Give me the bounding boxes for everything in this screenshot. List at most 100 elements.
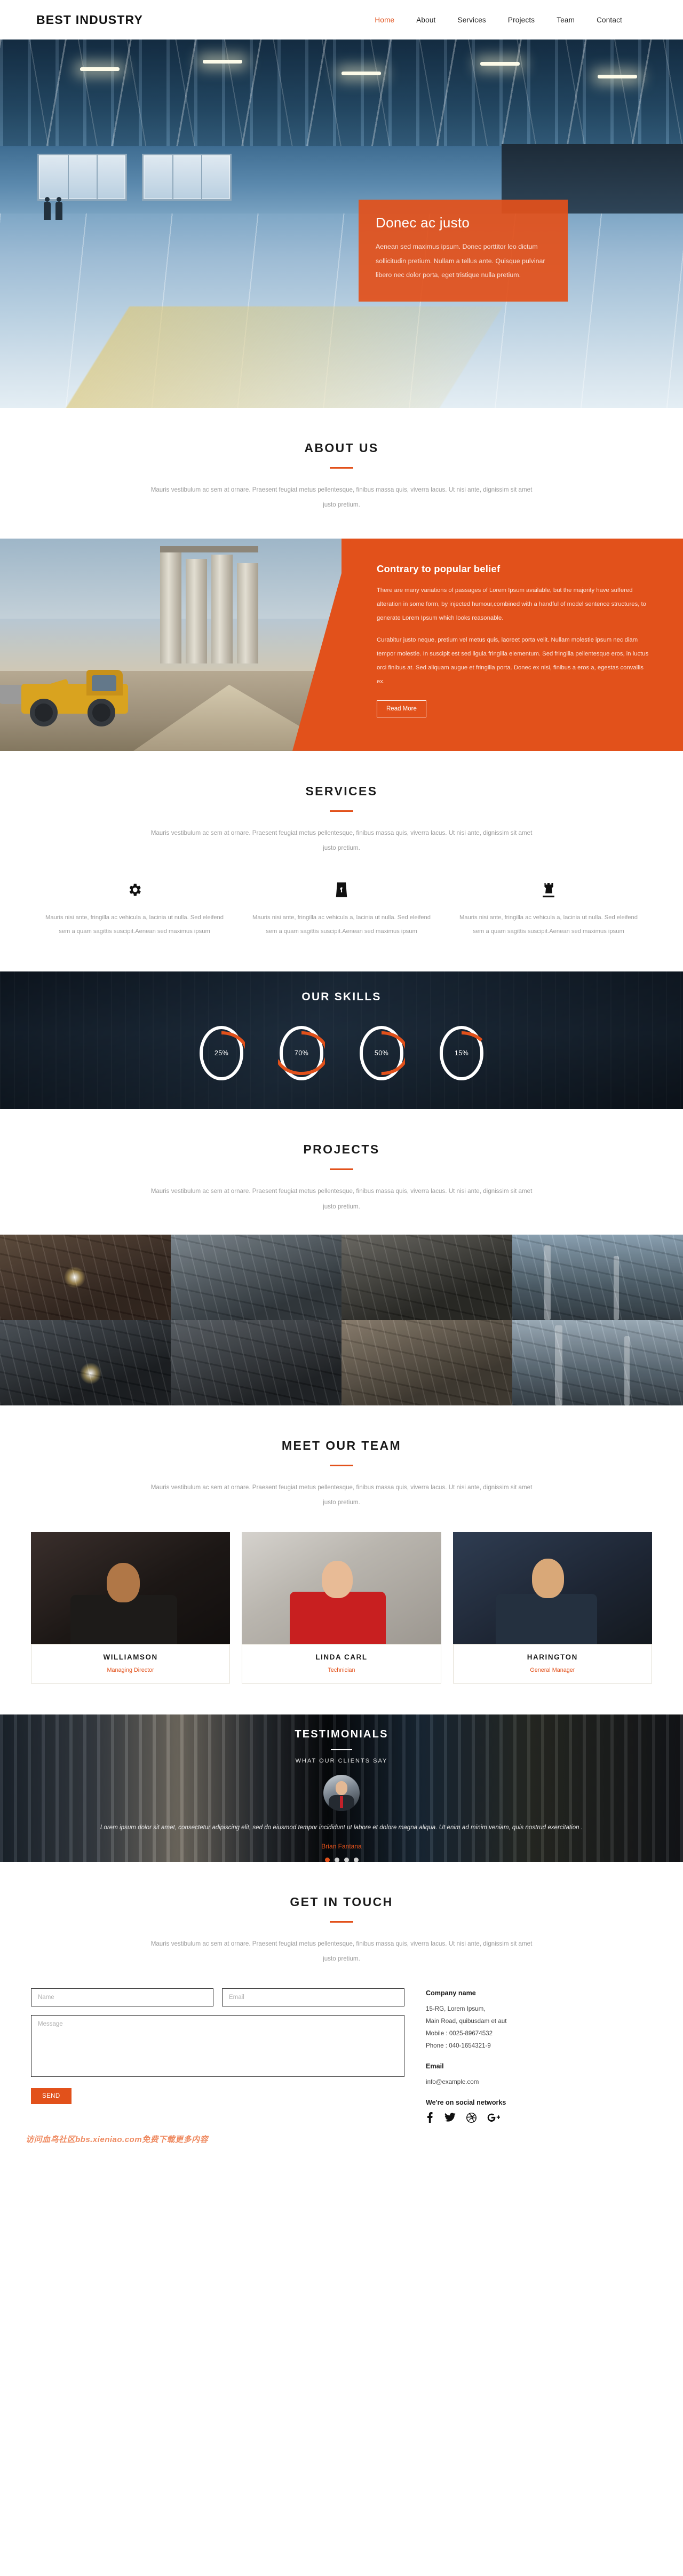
about-image <box>0 538 342 751</box>
project-thumbnail[interactable] <box>171 1234 342 1320</box>
skill-circle: 50% <box>358 1024 405 1082</box>
project-thumbnail[interactable] <box>0 1234 171 1320</box>
testimonials-heading: TESTIMONIALS <box>295 1728 388 1740</box>
service-text: Mauris nisi ante, fringilla ac vehicula … <box>459 914 638 935</box>
services-section: SERVICES Mauris vestibulum ac sem at orn… <box>0 751 683 971</box>
twitter-icon[interactable] <box>444 2113 456 2122</box>
team-grid: WILLIAMSON Managing Director LINDA CARL … <box>0 1511 683 1714</box>
excavator-wheel <box>88 698 115 726</box>
section-divider <box>330 467 353 469</box>
project-thumbnail[interactable] <box>512 1319 683 1405</box>
section-divider <box>330 1464 353 1466</box>
nav-item-projects[interactable]: Projects <box>508 16 535 24</box>
team-member-role: Technician <box>328 1666 355 1673</box>
send-button[interactable]: SEND <box>31 2088 72 2104</box>
silo <box>160 551 181 663</box>
email-input[interactable] <box>222 1988 404 2006</box>
email-value[interactable]: info@example.com <box>426 2076 652 2088</box>
testimonials-section: TESTIMONIALS WHAT OUR CLIENTS SAY Lorem … <box>0 1714 683 1862</box>
project-thumbnail[interactable] <box>0 1319 171 1405</box>
projects-description: Mauris vestibulum ac sem at ornare. Prae… <box>150 1188 533 1210</box>
ceiling-lamp <box>598 75 637 78</box>
google-plus-icon[interactable] <box>487 2113 500 2122</box>
avatar <box>323 1775 360 1812</box>
section-divider <box>330 1921 353 1923</box>
skill-circle: 25% <box>198 1024 245 1082</box>
contact-description: Mauris vestibulum ac sem at ornare. Prae… <box>150 1940 533 1963</box>
team-member-role: General Manager <box>530 1666 575 1673</box>
nav-item-home[interactable]: Home <box>375 16 394 24</box>
team-section: MEET OUR TEAM Mauris vestibulum ac sem a… <box>0 1405 683 1714</box>
team-member-name: WILLIAMSON <box>103 1653 158 1661</box>
team-member-meta: HARINGTON General Manager <box>452 1643 652 1684</box>
avatar-face <box>336 1781 347 1796</box>
nav-item-services[interactable]: Services <box>458 16 486 24</box>
section-divider <box>330 1168 353 1171</box>
facebook-icon[interactable] <box>426 2112 434 2123</box>
address-line-2: Main Road, quibusdam et aut <box>426 2017 507 2025</box>
social-links <box>426 2112 652 2123</box>
team-member-card[interactable]: HARINGTON General Manager <box>452 1531 652 1684</box>
team-member-role: Managing Director <box>107 1666 154 1673</box>
carousel-dot[interactable] <box>324 1857 330 1862</box>
form-row <box>31 1988 404 2006</box>
silo-top <box>160 546 258 552</box>
message-input[interactable] <box>31 2014 404 2077</box>
skill-circle: 70% <box>278 1024 325 1082</box>
carousel-dot[interactable] <box>344 1857 349 1862</box>
service-text: Mauris nisi ante, fringilla ac vehicula … <box>252 914 431 935</box>
avatar-tie <box>340 1796 343 1808</box>
team-member-card[interactable]: LINDA CARL Technician <box>242 1531 441 1684</box>
about-panel-title: Contrary to popular belief <box>377 563 501 574</box>
team-member-card[interactable]: WILLIAMSON Managing Director <box>31 1531 231 1684</box>
skill-circle: 15% <box>438 1024 485 1082</box>
project-thumbnail[interactable] <box>171 1319 342 1405</box>
about-panel-paragraph-1: There are many variations of passages of… <box>377 587 646 621</box>
worker-figure <box>44 197 51 220</box>
excavator <box>0 669 128 726</box>
mobile-number: Mobile : 0025-89674532 <box>426 2029 493 2037</box>
site-header: BEST INDUSTRY Home About Services Projec… <box>0 0 683 39</box>
ceiling-lamp <box>203 60 242 64</box>
ceiling-lamp <box>80 67 120 71</box>
skills-content: OUR SKILLS 25% 70% 50% 15% <box>0 971 683 1082</box>
excavator-window <box>92 675 116 691</box>
skill-value: 15% <box>454 1049 469 1057</box>
team-member-photo <box>31 1531 231 1644</box>
dribbble-icon[interactable] <box>466 2112 476 2123</box>
service-card: Mauris nisi ante, fringilla ac vehicula … <box>31 879 238 939</box>
name-input[interactable] <box>31 1988 213 2006</box>
main-navigation: Home About Services Projects Team Contac… <box>375 16 647 24</box>
team-member-meta: LINDA CARL Technician <box>242 1643 441 1684</box>
testimonial-quote: Lorem ipsum dolor sit amet, consectetur … <box>100 1824 583 1831</box>
team-description: Mauris vestibulum ac sem at ornare. Prae… <box>150 1483 533 1506</box>
project-thumbnail[interactable] <box>512 1234 683 1320</box>
skill-value: 25% <box>214 1049 229 1057</box>
project-thumbnail[interactable] <box>342 1234 512 1320</box>
site-logo[interactable]: BEST INDUSTRY <box>36 13 143 27</box>
project-thumbnail[interactable] <box>342 1319 512 1405</box>
carousel-dot[interactable] <box>353 1857 359 1862</box>
team-member-meta: WILLIAMSON Managing Director <box>31 1643 231 1684</box>
hero-title: Donec ac justo <box>376 215 470 231</box>
team-member-photo <box>452 1531 652 1644</box>
nav-item-contact[interactable]: Contact <box>597 16 622 24</box>
about-description: Mauris vestibulum ac sem at ornare. Prae… <box>150 486 533 509</box>
nav-item-team[interactable]: Team <box>557 16 575 24</box>
email-heading: Email <box>426 2063 444 2071</box>
projects-heading: PROJECTS <box>303 1142 380 1157</box>
carousel-dots <box>0 1857 683 1862</box>
contact-heading: GET IN TOUCH <box>290 1894 393 1909</box>
address-line-1: 15-RG, Lorem Ipsum, <box>426 2005 486 2012</box>
team-member-name: HARINGTON <box>527 1653 578 1661</box>
bag-icon <box>251 879 432 901</box>
about-panel: Contrary to popular belief There are man… <box>342 538 683 751</box>
skills-circles: 25% 70% 50% 15% <box>0 1024 683 1082</box>
ceiling-lamp <box>480 62 520 66</box>
about-band: Contrary to popular belief There are man… <box>0 538 683 751</box>
silo <box>186 558 207 663</box>
nav-item-about[interactable]: About <box>416 16 435 24</box>
read-more-button[interactable]: Read More <box>377 700 426 717</box>
carousel-dot[interactable] <box>334 1857 339 1862</box>
